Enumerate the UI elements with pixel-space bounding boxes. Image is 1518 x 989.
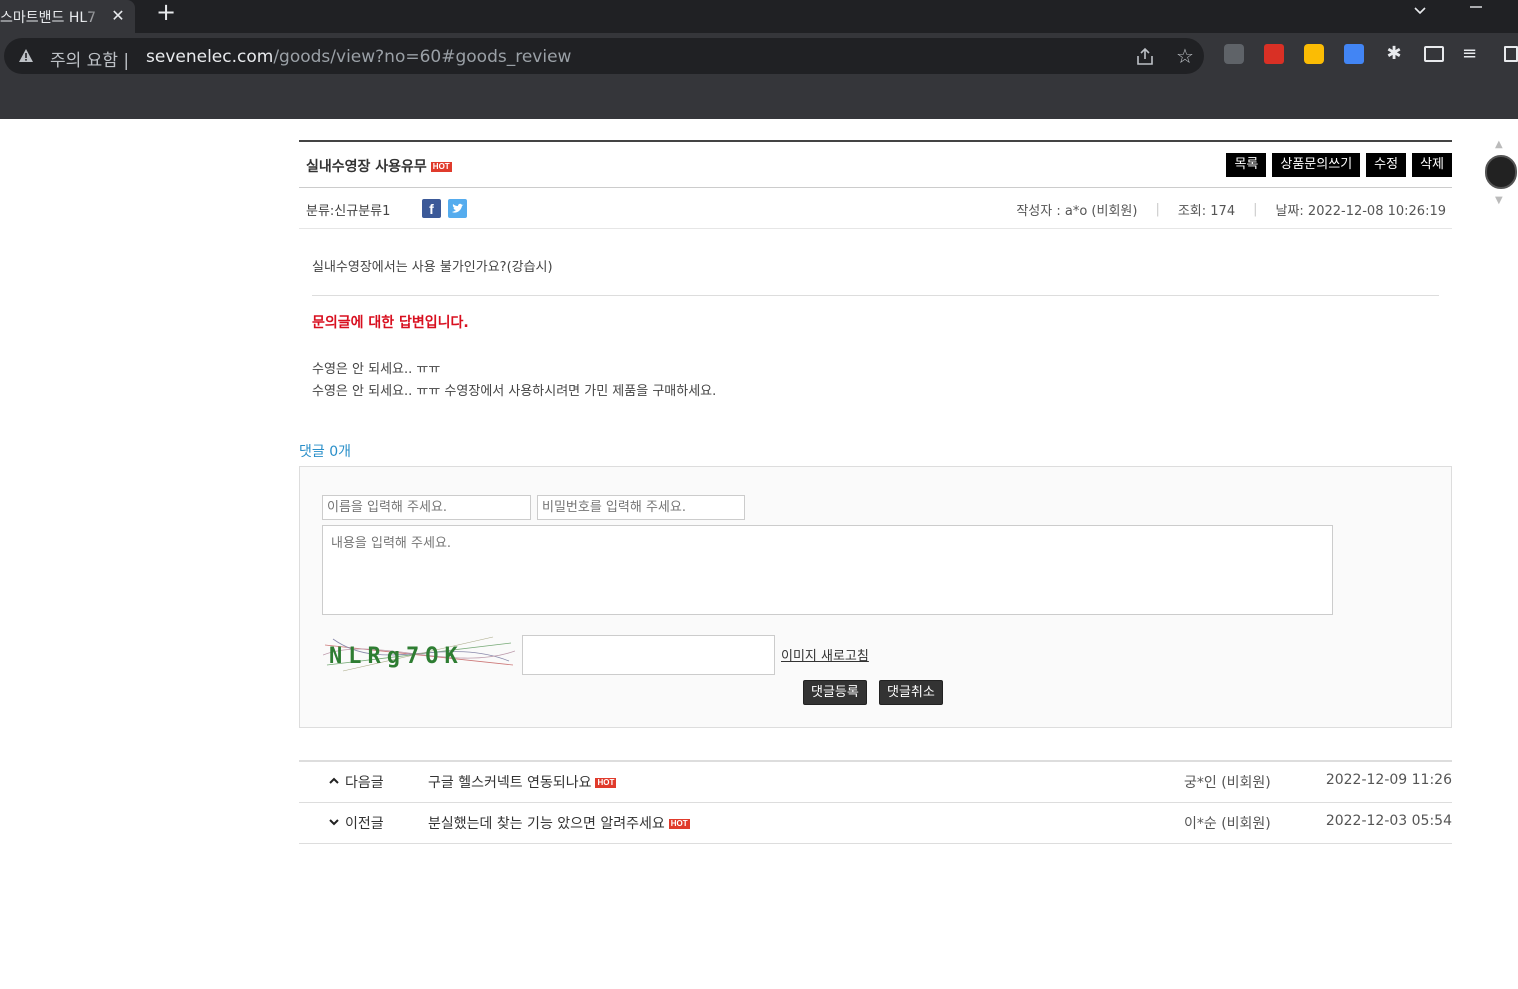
answer-line: 수영은 안 되세요.. ㅠㅠ bbox=[312, 362, 441, 377]
answer-heading: 문의글에 대한 답변입니다. bbox=[312, 315, 469, 331]
post-meta-row: 분류:신규분류1 f 작성자 : a*o (비회원) | 조회: 174 | 날… bbox=[299, 188, 1452, 229]
minimize-window-icon[interactable] bbox=[1464, 0, 1488, 20]
comment-content-textarea[interactable] bbox=[322, 525, 1333, 615]
security-text: 주의 요함 bbox=[50, 51, 118, 71]
prev-post-title-text: 분실했는데 찾는 기능 았으면 알려주세요 bbox=[428, 816, 665, 832]
answer-line: 수영은 안 되세요.. ㅠㅠ 수영장에서 사용하시려면 가민 제품을 구매하세요… bbox=[312, 384, 717, 399]
meta-divider: | bbox=[1155, 202, 1160, 217]
post-title-text: 실내수영장 사용유무 bbox=[306, 159, 427, 175]
captcha-image: NLRg7OK bbox=[323, 636, 515, 672]
camera-extension-icon[interactable] bbox=[1224, 44, 1244, 64]
question-text: 실내수영장에서는 사용 불가인가요?(강습시) bbox=[312, 229, 1439, 296]
post-meta-info: 작성자 : a*o (비회원) | 조회: 174 | 날짜: 2022-12-… bbox=[1016, 200, 1446, 219]
hot-badge: HOT bbox=[595, 778, 617, 788]
comment-count: 댓글 0개 bbox=[299, 444, 351, 460]
post-category: 분류:신규분류1 bbox=[306, 204, 391, 219]
web-page: 실내수영장 사용유무 HOT 목록 상품문의쓰기 수정 삭제 분류:신규분류1 f… bbox=[0, 119, 1518, 989]
browser-tab-strip: 스마트밴드 HL7 ✕ + bbox=[0, 0, 1518, 33]
browser-toolbar: 주의 요함 | sevenelec.com/goods/view?no=60#g… bbox=[0, 33, 1518, 79]
edit-button[interactable]: 수정 bbox=[1366, 153, 1407, 177]
url-host: sevenelec.com bbox=[146, 47, 274, 67]
tab-title: 스마트밴드 HL7 bbox=[0, 9, 97, 26]
red-extension-icon[interactable] bbox=[1264, 44, 1284, 64]
browser-tab[interactable]: 스마트밴드 HL7 ✕ bbox=[0, 0, 135, 33]
answer-body: 수영은 안 되세요.. ㅠㅠ 수영은 안 되세요.. ㅠㅠ 수영장에서 사용하시… bbox=[312, 359, 1439, 403]
cast-icon[interactable] bbox=[1424, 46, 1444, 62]
security-label[interactable]: 주의 요함 | bbox=[50, 46, 129, 71]
next-post-row[interactable]: 다음글 구글 헬스커넥트 연동되나요 HOT 궁*인 (비회원) 2022-12-… bbox=[299, 762, 1452, 803]
post-title: 실내수영장 사용유무 HOT bbox=[306, 156, 452, 176]
prev-post-author: 이*순 (비회원) bbox=[1184, 816, 1271, 832]
prev-post-date: 2022-12-03 05:54 bbox=[1325, 813, 1452, 829]
comment-password-input[interactable] bbox=[537, 495, 745, 520]
prev-post-label: 이전글 bbox=[327, 813, 384, 833]
meta-divider: | bbox=[1253, 202, 1258, 217]
captcha-input[interactable] bbox=[522, 635, 775, 675]
reading-list-icon[interactable]: ≡ bbox=[1462, 44, 1482, 64]
chevron-down-icon bbox=[327, 817, 341, 830]
warning-icon[interactable] bbox=[18, 48, 34, 64]
post-navigation: 다음글 구글 헬스커넥트 연동되나요 HOT 궁*인 (비회원) 2022-12-… bbox=[299, 760, 1452, 844]
prev-post-label-text: 이전글 bbox=[345, 816, 384, 832]
bookmark-bar bbox=[0, 79, 1518, 119]
next-post-label-text: 다음글 bbox=[345, 775, 384, 791]
recent-items-widget: ▲ ▼ bbox=[1485, 139, 1517, 209]
hot-badge: HOT bbox=[668, 819, 690, 829]
post-author: 작성자 : a*o (비회원) bbox=[1016, 204, 1138, 219]
delete-button[interactable]: 삭제 bbox=[1412, 153, 1452, 177]
list-button[interactable]: 목록 bbox=[1226, 153, 1267, 177]
hot-badge: HOT bbox=[430, 162, 452, 172]
post-view: 실내수영장 사용유무 HOT 목록 상품문의쓰기 수정 삭제 분류:신규분류1 f… bbox=[299, 140, 1452, 844]
translate-extension-icon[interactable] bbox=[1344, 44, 1364, 64]
captcha-refresh-link[interactable]: 이미지 새로고침 bbox=[781, 645, 869, 664]
recent-product-thumbnail[interactable] bbox=[1485, 155, 1517, 189]
tab-close-icon[interactable]: ✕ bbox=[108, 6, 128, 26]
share-icon[interactable] bbox=[1134, 46, 1156, 68]
bookmark-star-icon[interactable]: ☆ bbox=[1176, 46, 1198, 68]
post-date: 날짜: 2022-12-08 10:26:19 bbox=[1275, 204, 1446, 219]
yellow-extension-icon[interactable] bbox=[1304, 44, 1324, 64]
next-post-label: 다음글 bbox=[327, 772, 384, 792]
twitter-share-icon[interactable] bbox=[448, 199, 467, 218]
scroll-up-icon[interactable]: ▲ bbox=[1495, 139, 1503, 150]
captcha-text: NLRg7OK bbox=[329, 644, 464, 669]
post-actions: 목록 상품문의쓰기 수정 삭제 bbox=[1226, 153, 1452, 177]
url-text[interactable]: sevenelec.com/goods/view?no=60#goods_rev… bbox=[146, 47, 571, 67]
comment-submit-button[interactable]: 댓글등록 bbox=[803, 680, 867, 705]
comment-form: NLRg7OK 이미지 새로고침 댓글등록 댓글취소 bbox=[299, 466, 1452, 728]
comment-cancel-button[interactable]: 댓글취소 bbox=[879, 680, 943, 705]
next-post-date: 2022-12-09 11:26 bbox=[1325, 772, 1452, 788]
tab-search-chevron-icon[interactable] bbox=[1408, 2, 1432, 22]
scroll-down-icon[interactable]: ▼ bbox=[1495, 195, 1503, 206]
side-panel-icon[interactable] bbox=[1504, 46, 1518, 62]
extensions-puzzle-icon[interactable]: ✱ bbox=[1384, 44, 1404, 64]
write-inquiry-button[interactable]: 상품문의쓰기 bbox=[1272, 153, 1361, 177]
post-content: 실내수영장에서는 사용 불가인가요?(강습시) 문의글에 대한 답변입니다. 수… bbox=[299, 229, 1452, 403]
prev-post-row[interactable]: 이전글 분실했는데 찾는 기능 았으면 알려주세요 HOT 이*순 (비회원) 2… bbox=[299, 803, 1452, 844]
new-tab-button[interactable]: + bbox=[152, 0, 180, 26]
prev-post-title[interactable]: 분실했는데 찾는 기능 았으면 알려주세요 HOT bbox=[428, 813, 690, 833]
chevron-up-icon bbox=[327, 776, 341, 789]
next-post-author: 궁*인 (비회원) bbox=[1184, 775, 1271, 791]
facebook-share-icon[interactable]: f bbox=[422, 199, 441, 218]
comment-name-input[interactable] bbox=[322, 495, 531, 520]
next-post-title-text: 구글 헬스커넥트 연동되나요 bbox=[428, 775, 592, 791]
address-bar[interactable]: 주의 요함 | sevenelec.com/goods/view?no=60#g… bbox=[4, 38, 1204, 74]
post-title-row: 실내수영장 사용유무 HOT 목록 상품문의쓰기 수정 삭제 bbox=[299, 140, 1452, 188]
next-post-title[interactable]: 구글 헬스커넥트 연동되나요 HOT bbox=[428, 772, 617, 792]
url-path: /goods/view?no=60#goods_review bbox=[273, 47, 572, 67]
post-views: 조회: 174 bbox=[1177, 204, 1236, 219]
